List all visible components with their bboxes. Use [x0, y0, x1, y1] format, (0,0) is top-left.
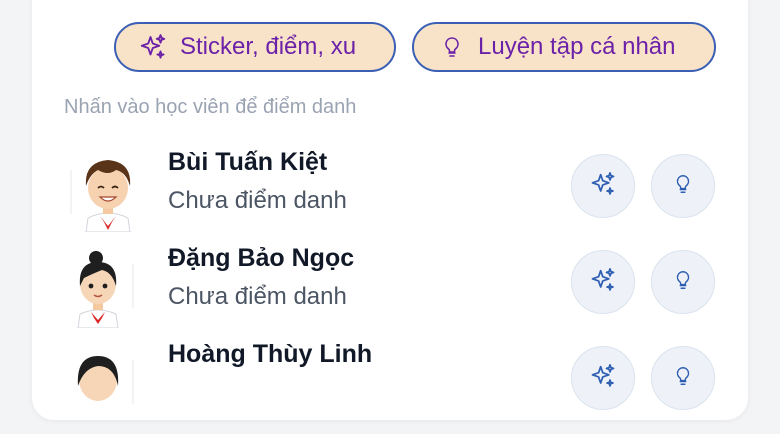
attendance-status: Chưa điểm danh: [168, 283, 347, 310]
lightbulb-icon: [440, 33, 464, 61]
student-row[interactable]: Đặng Bảo Ngọc Chưa điểm danh: [0, 242, 780, 338]
sticker-button[interactable]: [571, 250, 635, 314]
sparkles-icon: [589, 266, 617, 299]
student-row[interactable]: Bùi Tuấn Kiệt Chưa điểm danh: [0, 146, 780, 242]
practice-button[interactable]: [651, 346, 715, 410]
lightbulb-icon: [672, 363, 694, 394]
sparkles-icon: [138, 32, 168, 62]
practice-button[interactable]: [651, 154, 715, 218]
sticker-points-coins-button[interactable]: Sticker, điểm, xu: [114, 22, 396, 72]
attendance-status: Chưa điểm danh: [168, 187, 347, 214]
attendance-hint: Nhấn vào học viên để điểm danh: [64, 96, 357, 118]
lightbulb-icon: [672, 267, 694, 298]
sticker-button[interactable]: [571, 346, 635, 410]
lightbulb-icon: [672, 171, 694, 202]
practice-button[interactable]: [651, 250, 715, 314]
student-name: Đặng Bảo Ngọc: [168, 244, 355, 272]
practice-button-label: Luyện tập cá nhân: [478, 33, 676, 60]
sticker-button-label: Sticker, điểm, xu: [180, 33, 357, 60]
avatar: [70, 344, 142, 424]
avatar: [70, 152, 142, 233]
student-name: Bùi Tuấn Kiệt: [168, 148, 328, 176]
student-row[interactable]: Hoàng Thùy Linh: [0, 338, 780, 434]
student-name: Hoàng Thùy Linh: [168, 340, 373, 368]
sparkles-icon: [589, 170, 617, 203]
sparkles-icon: [589, 362, 617, 395]
personal-practice-button[interactable]: Luyện tập cá nhân: [412, 22, 716, 72]
sticker-button[interactable]: [571, 154, 635, 218]
avatar: [70, 248, 142, 329]
